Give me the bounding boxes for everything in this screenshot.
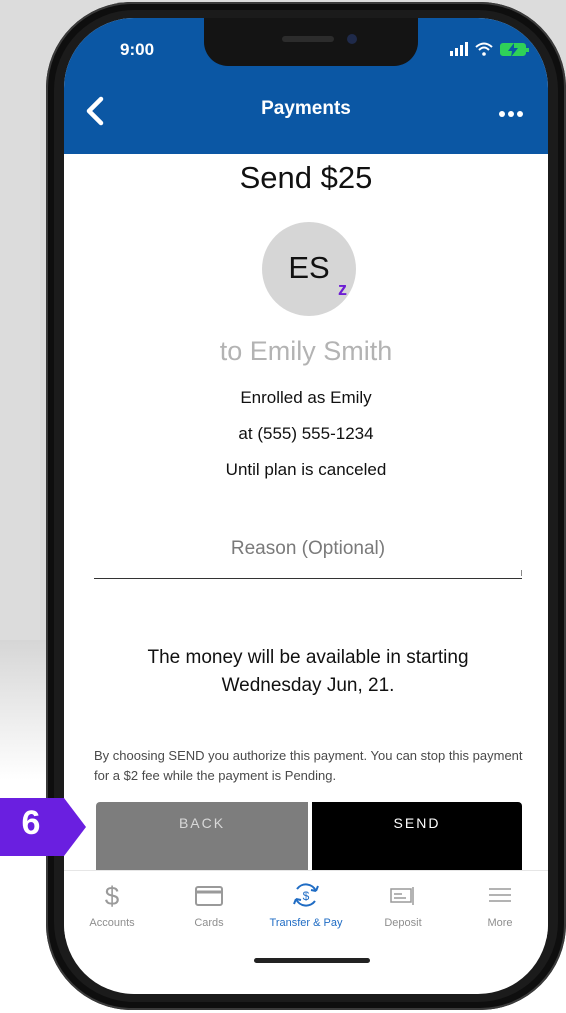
- send-amount-title: Send $25: [239, 160, 373, 195]
- status-icons: [450, 42, 529, 57]
- tab-accounts[interactable]: $ Accounts: [64, 871, 160, 939]
- enrolled-name: Enrolled as Emily: [240, 388, 372, 407]
- step-number: 6: [21, 804, 41, 842]
- reason-input[interactable]: Reason (Optional): [94, 532, 522, 579]
- bottom-tab-bar: $ Accounts Cards $ Transfer & Pay Deposi…: [64, 870, 548, 939]
- recipient-avatar: ES z: [262, 222, 356, 316]
- check-deposit-icon: [390, 887, 414, 905]
- send-button[interactable]: SEND: [312, 802, 522, 872]
- menu-icon: [489, 888, 511, 902]
- front-camera: [347, 34, 357, 44]
- page-title: Payments: [261, 98, 351, 119]
- tab-cards[interactable]: Cards: [161, 871, 257, 939]
- tab-deposit[interactable]: Deposit: [355, 871, 451, 939]
- back-button[interactable]: BACK: [96, 802, 308, 872]
- wifi-icon: [475, 42, 493, 56]
- tab-label-accounts: Accounts: [89, 917, 135, 929]
- tab-label-deposit: Deposit: [384, 917, 422, 929]
- recipient-name: to Emily Smith: [219, 336, 393, 366]
- dollar-icon: $: [105, 881, 120, 909]
- signal-icon: [450, 42, 468, 56]
- authorization-disclaimer: By choosing SEND you authorize this paym…: [94, 748, 523, 783]
- payment-frequency: Until plan is canceled: [225, 460, 387, 479]
- speaker-grille: [282, 36, 334, 42]
- tab-more[interactable]: More: [452, 871, 548, 939]
- tab-transfer-pay[interactable]: $ Transfer & Pay: [258, 871, 354, 939]
- zelle-icon: z: [338, 279, 347, 299]
- svg-text:$: $: [303, 889, 310, 903]
- card-icon: [195, 886, 223, 906]
- more-options-icon[interactable]: [498, 110, 524, 118]
- tab-label-transfer-pay: Transfer & Pay: [269, 917, 343, 929]
- recipient-phone: at (555) 555-1234: [238, 424, 374, 443]
- step-callout: 6: [0, 798, 86, 856]
- phone-screen: 9:00 Payments Send $25 ES z to Emily Smi…: [64, 18, 548, 994]
- tab-label-cards: Cards: [194, 917, 224, 929]
- resize-grip-icon[interactable]: [515, 570, 522, 576]
- transfer-icon: $: [293, 883, 319, 907]
- status-time: 9:00: [120, 40, 155, 59]
- app-header: 9:00 Payments: [64, 18, 548, 154]
- availability-message: The money will be available in starting …: [147, 647, 469, 696]
- home-indicator: [254, 958, 370, 963]
- svg-text:$: $: [105, 881, 120, 909]
- reason-placeholder: Reason (Optional): [230, 538, 386, 559]
- tab-label-more: More: [487, 917, 513, 929]
- phone-notch: [204, 18, 418, 66]
- battery-icon: [500, 42, 529, 57]
